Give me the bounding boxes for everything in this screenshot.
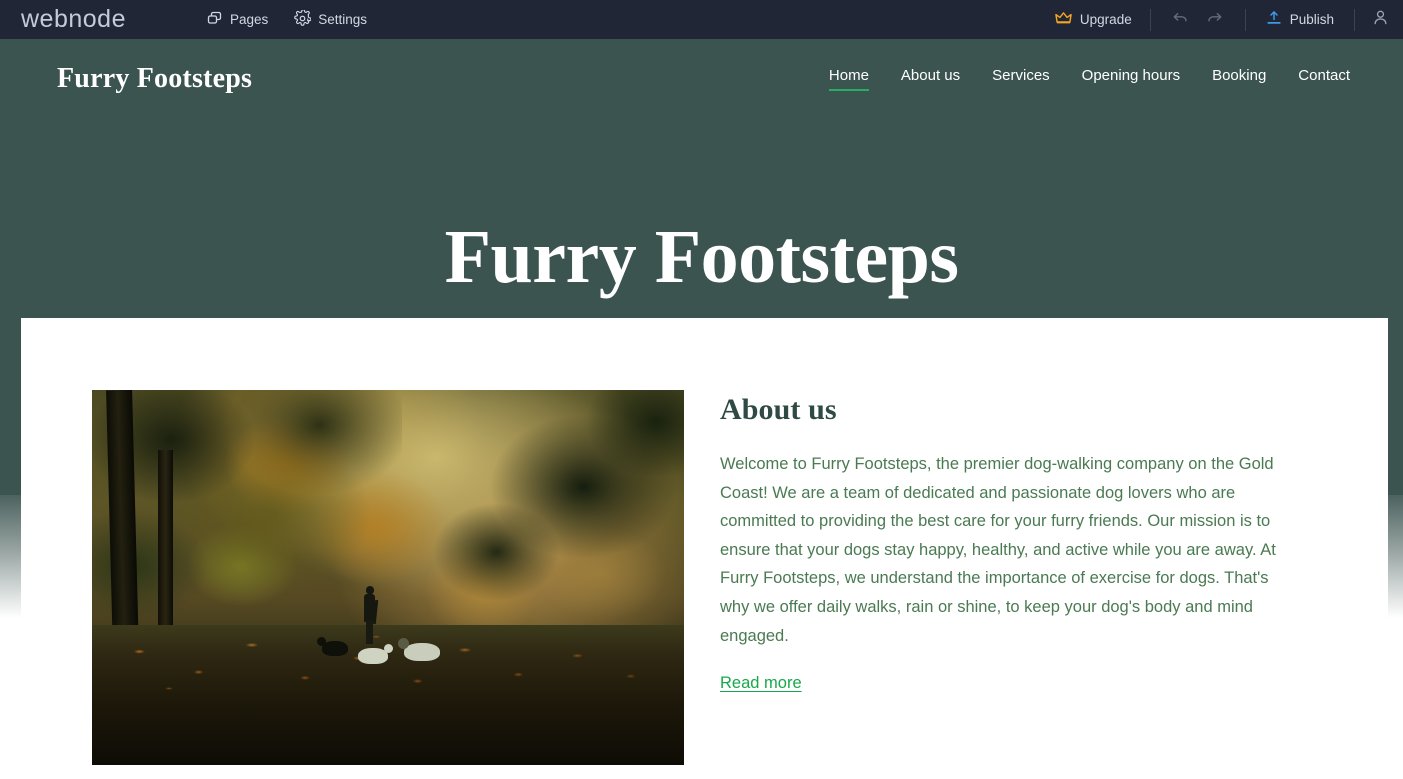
walker-head [366,586,374,594]
account-button[interactable] [1357,0,1403,39]
about-photo-column [92,390,684,765]
settings-button[interactable]: Settings [292,6,369,34]
upgrade-label: Upgrade [1079,12,1132,27]
about-text-column: About us Welcome to Furry Footsteps, the… [720,390,1300,765]
canvas-edge-left [0,318,21,779]
publish-button[interactable]: Publish [1248,10,1352,29]
nav-item-booking[interactable]: Booking [1212,67,1266,91]
toolbar-divider-2 [1244,8,1246,31]
autumn-park-dog-walker-photo[interactable] [92,390,684,765]
nav-item-home[interactable]: Home [828,67,869,91]
nav-item-opening-hours[interactable]: Opening hours [1082,67,1180,91]
nav-item-about-us[interactable]: About us [901,67,960,91]
editor-toolbar: webnode Pages Settings Upgrade Publish [0,0,1403,39]
toolbar-divider-3 [1354,8,1355,31]
hero-title: Furry Footsteps [444,215,959,299]
photo-dog-3 [398,638,440,661]
content-card: About us Welcome to Furry Footsteps, the… [21,318,1388,779]
pages-label: Pages [229,12,269,27]
pages-button[interactable]: Pages [204,6,270,34]
about-paragraph: Welcome to Furry Footsteps, the premier … [720,455,1276,645]
undo-button[interactable] [1167,6,1195,34]
about-heading: About us [720,393,837,426]
pages-icon [206,10,223,30]
photo-canopy-right [424,390,684,630]
nav-item-contact[interactable]: Contact [1298,67,1350,91]
undo-redo-group [1153,6,1243,34]
crown-icon [1055,11,1072,28]
toolbar-divider-1 [1149,8,1151,31]
editor-toolbar-right: Upgrade Publish [1039,0,1403,39]
read-more-link[interactable]: Read more [720,674,802,693]
site-navigation: Home About us Services Opening hours Boo… [828,67,1350,91]
upgrade-button[interactable]: Upgrade [1039,11,1148,28]
site-header: Furry Footsteps Home About us Services O… [0,39,1403,119]
redo-button[interactable] [1201,6,1229,34]
walker-legs [366,621,373,644]
photo-dog-walker [363,586,379,644]
redo-arrow-icon [1205,8,1224,32]
gear-icon [294,8,312,30]
photo-leaf-litter [92,627,684,709]
undo-arrow-icon [1171,8,1190,32]
nav-item-services[interactable]: Services [992,67,1050,91]
photo-dog-1 [317,637,348,656]
webnode-logo[interactable]: webnode [21,7,126,32]
settings-label: Settings [318,12,368,27]
photo-dog-2 [358,644,393,664]
user-account-icon [1371,8,1390,32]
site-canvas: Furry Footsteps Home About us Services O… [0,39,1403,779]
upload-icon [1266,10,1282,29]
publish-label: Publish [1289,12,1334,27]
about-section: About us Welcome to Furry Footsteps, the… [21,390,1388,765]
editor-main-nav: Pages Settings [204,6,369,34]
site-logo[interactable]: Furry Footsteps [57,63,252,95]
